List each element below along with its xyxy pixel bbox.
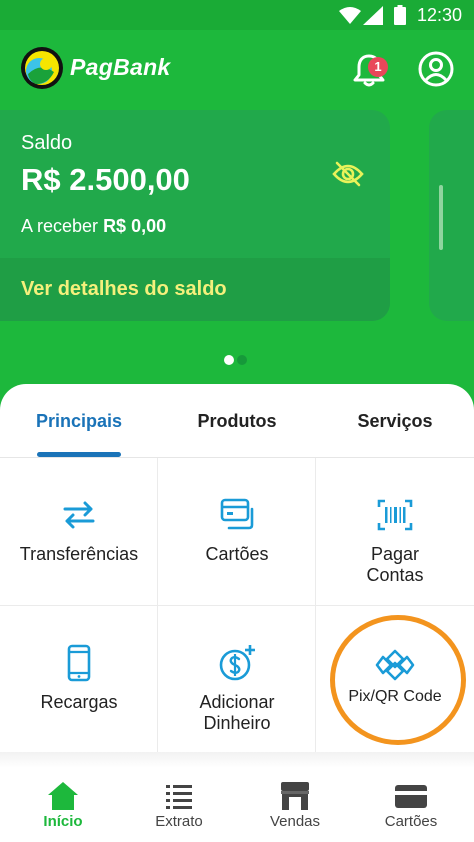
card-icon	[395, 785, 427, 808]
bottom-navigation: Início Extrato Vendas Cartões	[0, 768, 474, 842]
nav-extrato[interactable]: Extrato	[120, 768, 238, 842]
tab-produtos[interactable]: Produtos	[158, 411, 316, 432]
nav-vendas[interactable]: Vendas	[236, 768, 354, 842]
nav-cartoes[interactable]: Cartões	[352, 768, 470, 842]
action-label-line1: Pagar	[370, 544, 420, 564]
notification-badge: 1	[368, 57, 388, 77]
balance-label: Saldo	[21, 132, 73, 154]
battery-icon	[394, 5, 406, 25]
action-label: Adicionar Dinheiro	[158, 692, 316, 734]
receivable-label: A receber	[21, 216, 99, 236]
carousel-dot[interactable]	[237, 355, 247, 365]
balance-details-link[interactable]: Ver detalhes do saldo	[0, 258, 390, 321]
wifi-icon	[339, 7, 361, 24]
action-pagar-contas[interactable]: Pagar Contas	[316, 458, 474, 606]
add-money-icon	[219, 645, 255, 681]
action-label: Recargas	[40, 692, 118, 712]
action-label-line1: Adicionar	[199, 692, 275, 712]
pagbank-logo-icon	[21, 47, 63, 89]
nav-label: Extrato	[155, 813, 203, 830]
tab-principais[interactable]: Principais	[0, 411, 158, 432]
profile-icon[interactable]	[418, 51, 454, 87]
action-label: Pagar Contas	[316, 544, 474, 586]
carousel-dots	[224, 352, 250, 370]
list-icon	[166, 785, 192, 809]
action-label-line2: Dinheiro	[203, 713, 271, 733]
next-card-preview[interactable]	[429, 110, 474, 321]
brand-name: PagBank	[70, 54, 171, 80]
status-bar: 12:30	[0, 0, 474, 30]
balance-card: Saldo R$ 2.500,00 A receber R$ 0,00 Ver …	[0, 110, 390, 321]
cards-icon	[220, 498, 254, 530]
action-transferencias[interactable]: Transferências	[0, 458, 158, 606]
home-icon	[48, 782, 78, 810]
action-label: Transferências	[19, 544, 139, 564]
tab-bar: Principais Produtos Serviços	[0, 384, 474, 458]
nav-divider-shadow	[0, 752, 474, 768]
carousel-scroll-indicator	[439, 185, 443, 250]
nav-label: Vendas	[269, 813, 321, 830]
signal-icon	[363, 6, 383, 25]
tab-servicos[interactable]: Serviços	[316, 411, 474, 432]
nav-label: Início	[43, 813, 83, 830]
hide-balance-icon[interactable]	[332, 160, 364, 188]
nav-inicio[interactable]: Início	[4, 768, 122, 842]
transfer-icon	[63, 501, 95, 529]
highlight-ring	[330, 615, 466, 745]
carousel-dot-active[interactable]	[224, 355, 234, 365]
app-header: PagBank 1	[0, 30, 474, 110]
receivable-value: R$ 0,00	[103, 216, 167, 236]
store-icon	[281, 782, 309, 810]
receivable-row: A receber R$ 0,00	[21, 216, 166, 237]
balance-amount: R$ 2.500,00	[21, 162, 190, 197]
action-recargas[interactable]: Recargas	[0, 606, 158, 754]
clock: 12:30	[416, 5, 462, 25]
action-label-line2: Contas	[366, 565, 424, 585]
barcode-icon	[377, 499, 413, 531]
action-adicionar-dinheiro[interactable]: Adicionar Dinheiro	[158, 606, 316, 754]
balance-details-label: Ver detalhes do saldo	[21, 278, 227, 300]
active-tab-indicator	[37, 452, 121, 457]
nav-label: Cartões	[384, 813, 438, 830]
action-cartoes[interactable]: Cartões	[158, 458, 316, 606]
phone-icon	[67, 644, 91, 682]
action-label: Cartões	[205, 544, 269, 564]
